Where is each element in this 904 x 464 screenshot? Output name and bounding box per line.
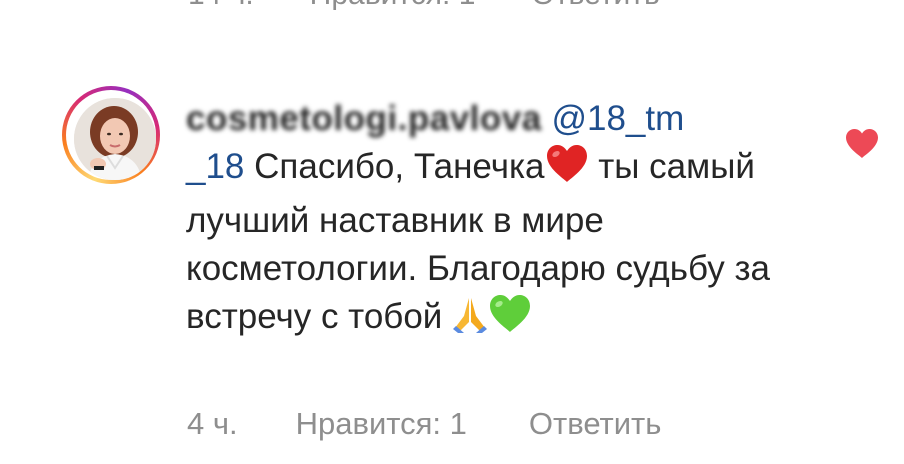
comment-actions: 4 ч. Нравится: 1 Ответить [187,406,661,442]
avatar[interactable] [74,98,156,180]
previous-comment-likes-button[interactable]: Нравится: 1 [310,0,476,11]
previous-comment-time: 14 ч. [188,0,254,11]
reply-button[interactable]: Ответить [529,406,662,441]
like-heart-icon[interactable] [845,128,879,160]
comment-likes-button[interactable]: Нравится: 1 [296,406,467,441]
previous-comment-reply-button[interactable]: Ответить [531,0,659,11]
previous-comment-actions: 14 ч. Нравится: 1 Ответить [188,0,716,12]
green-heart-emoji [488,294,532,347]
folded-hands-emoji [452,296,488,347]
avatar-photo [74,98,156,180]
comment-time[interactable]: 4 ч. [187,406,238,441]
red-heart-emoji [545,144,589,197]
comment-body: cosmetologi.pavlova @18_tm _18 Спасибо, Т… [186,95,826,347]
comment-username[interactable]: cosmetologi.pavlova [186,99,542,138]
comment-text-part1: Спасибо, Танечка [244,147,545,186]
avatar-story-ring[interactable] [62,86,160,184]
